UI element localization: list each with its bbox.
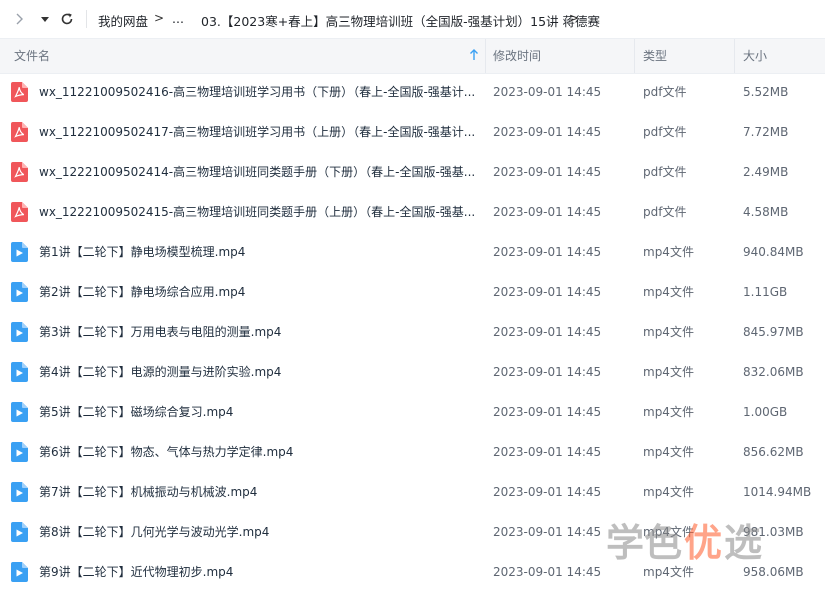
file-row[interactable]: 第2讲【二轮下】静电场综合应用.mp4 2023-09-01 14:45 mp4文件… [0,272,825,312]
file-size: 958.06MB [743,565,804,579]
breadcrumb-bar: 我的网盘 > ... 03.【2023寒+春上】高三物理培训班（全国版-强基计划… [0,0,825,38]
video-file-icon [11,402,28,422]
column-divider[interactable] [634,39,635,73]
video-file-icon [11,522,28,542]
file-row[interactable]: 第3讲【二轮下】万用电表与电阻的测量.mp4 2023-09-01 14:45 mp… [0,312,825,352]
back-chevron-icon[interactable] [10,9,28,29]
sort-ascending-icon[interactable] [468,48,480,62]
file-type: pdf文件 [643,125,687,139]
pdf-file-icon [11,82,28,102]
file-modified-date: 2023-09-01 14:45 [493,525,602,539]
file-row[interactable]: wx_11221009502417-高三物理培训班学习用书（上册）（春上-全国版… [0,112,825,152]
file-name[interactable]: 第8讲【二轮下】几何光学与波动光学.mp4 [39,512,479,552]
breadcrumb-root[interactable]: 我的网盘 [98,11,148,30]
file-row[interactable]: 第8讲【二轮下】几何光学与波动光学.mp4 2023-09-01 14:45 mp4… [0,512,825,552]
breadcrumb-separator: > [154,11,165,25]
file-size: 1.00GB [743,405,788,419]
file-type: mp4文件 [643,365,694,379]
file-name[interactable]: wx_11221009502416-高三物理培训班学习用书（下册）（春上-全国版… [39,72,479,112]
file-row[interactable]: 第4讲【二轮下】电源的测量与进阶实验.mp4 2023-09-01 14:45 mp… [0,352,825,392]
file-row[interactable]: wx_12221009502414-高三物理培训班同类题手册（下册）（春上-全国… [0,152,825,192]
file-type: pdf文件 [643,165,687,179]
file-row[interactable]: 第5讲【二轮下】磁场综合复习.mp4 2023-09-01 14:45 mp4文件 1… [0,392,825,432]
file-type: pdf文件 [643,85,687,99]
pdf-file-icon [11,162,28,182]
file-size: 845.97MB [743,325,804,339]
pdf-file-icon [11,122,28,142]
file-row[interactable]: wx_11221009502416-高三物理培训班学习用书（下册）（春上-全国版… [0,72,825,112]
file-type: mp4文件 [643,445,694,459]
file-size: 856.62MB [743,445,804,459]
file-size: 4.58MB [743,205,789,219]
file-size: 1014.94MB [743,485,812,499]
file-size: 940.84MB [743,245,804,259]
file-modified-date: 2023-09-01 14:45 [493,245,602,259]
video-file-icon [11,322,28,342]
file-modified-date: 2023-09-01 14:45 [493,85,602,99]
file-size: 7.72MB [743,125,789,139]
file-modified-date: 2023-09-01 14:45 [493,325,602,339]
video-file-icon [11,362,28,382]
file-modified-date: 2023-09-01 14:45 [493,405,602,419]
file-row[interactable]: 第1讲【二轮下】静电场模型梳理.mp4 2023-09-01 14:45 mp4文件… [0,232,825,272]
file-name[interactable]: 第2讲【二轮下】静电场综合应用.mp4 [39,272,479,312]
file-type: pdf文件 [643,205,687,219]
column-divider[interactable] [734,39,735,73]
column-header-date[interactable]: 修改时间 [493,39,541,73]
file-name[interactable]: wx_12221009502415-高三物理培训班同类题手册（上册）（春上-全国… [39,192,479,232]
file-type: mp4文件 [643,565,694,579]
file-name[interactable]: 第4讲【二轮下】电源的测量与进阶实验.mp4 [39,352,479,392]
pdf-file-icon [11,202,28,222]
video-file-icon [11,282,28,302]
column-header-type[interactable]: 类型 [643,39,667,73]
file-type: mp4文件 [643,405,694,419]
file-name[interactable]: 第6讲【二轮下】物态、气体与热力学定律.mp4 [39,432,479,472]
file-modified-date: 2023-09-01 14:45 [493,125,602,139]
file-size: 2.49MB [743,165,789,179]
file-name[interactable]: 第9讲【二轮下】近代物理初步.mp4 [39,552,479,592]
column-header-name[interactable]: 文件名 [14,39,50,73]
file-size: 832.06MB [743,365,804,379]
file-size: 1.11GB [743,285,788,299]
file-list-header: 文件名 修改时间 类型 大小 [0,38,825,74]
file-name[interactable]: 第7讲【二轮下】机械振动与机械波.mp4 [39,472,479,512]
column-divider[interactable] [485,39,486,73]
divider [86,10,87,28]
file-type: mp4文件 [643,285,694,299]
breadcrumb-current[interactable]: 03.【2023寒+春上】高三物理培训班（全国版-强基计划）15讲 蒋德赛 [201,11,600,30]
column-header-size[interactable]: 大小 [743,39,767,73]
file-type: mp4文件 [643,485,694,499]
video-file-icon [11,482,28,502]
file-size: 5.52MB [743,85,789,99]
file-modified-date: 2023-09-01 14:45 [493,165,602,179]
file-row[interactable]: 第6讲【二轮下】物态、气体与热力学定律.mp4 2023-09-01 14:45 m… [0,432,825,472]
file-modified-date: 2023-09-01 14:45 [493,565,602,579]
video-file-icon [11,562,28,582]
file-type: mp4文件 [643,525,694,539]
breadcrumb-ellipsis[interactable]: ... [172,11,184,26]
file-row[interactable]: 第9讲【二轮下】近代物理初步.mp4 2023-09-01 14:45 mp4文件 9… [0,552,825,592]
file-name[interactable]: 第1讲【二轮下】静电场模型梳理.mp4 [39,232,479,272]
file-modified-date: 2023-09-01 14:45 [493,485,602,499]
file-modified-date: 2023-09-01 14:45 [493,445,602,459]
dropdown-caret-icon[interactable] [36,9,54,29]
file-name[interactable]: 第5讲【二轮下】磁场综合复习.mp4 [39,392,479,432]
file-row[interactable]: 第7讲【二轮下】机械振动与机械波.mp4 2023-09-01 14:45 mp4文… [0,472,825,512]
file-modified-date: 2023-09-01 14:45 [493,205,602,219]
file-modified-date: 2023-09-01 14:45 [493,365,602,379]
file-type: mp4文件 [643,325,694,339]
file-row[interactable]: wx_12221009502415-高三物理培训班同类题手册（上册）（春上-全国… [0,192,825,232]
file-list: wx_11221009502416-高三物理培训班学习用书（下册）（春上-全国版… [0,72,825,592]
file-type: mp4文件 [643,245,694,259]
video-file-icon [11,442,28,462]
file-modified-date: 2023-09-01 14:45 [493,285,602,299]
video-file-icon [11,242,28,262]
file-size: 981.03MB [743,525,804,539]
file-name[interactable]: 第3讲【二轮下】万用电表与电阻的测量.mp4 [39,312,479,352]
refresh-icon[interactable] [58,9,76,29]
breadcrumb-separator: > [569,11,580,25]
file-name[interactable]: wx_11221009502417-高三物理培训班学习用书（上册）（春上-全国版… [39,112,479,152]
file-name[interactable]: wx_12221009502414-高三物理培训班同类题手册（下册）（春上-全国… [39,152,479,192]
